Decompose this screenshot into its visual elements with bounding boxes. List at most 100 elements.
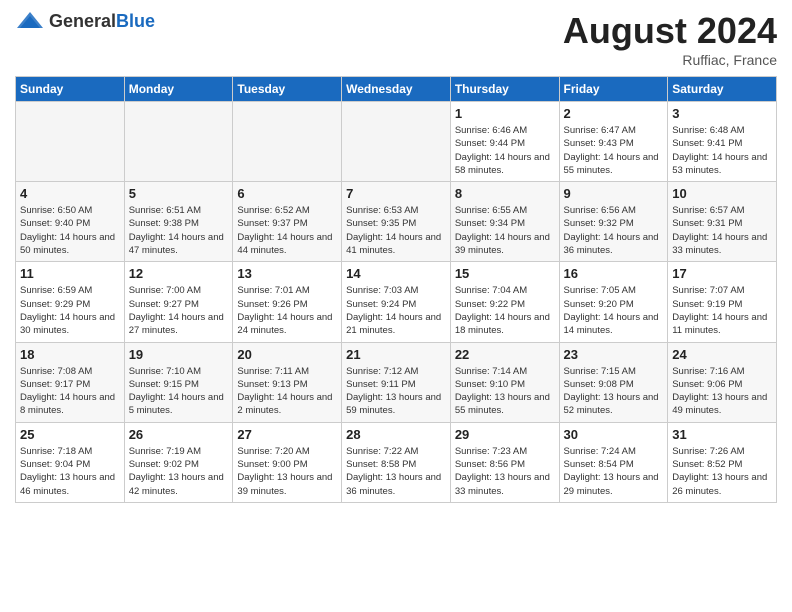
calendar-cell: 18Sunrise: 7:08 AMSunset: 9:17 PMDayligh…: [16, 342, 125, 422]
day-info: Sunrise: 7:00 AMSunset: 9:27 PMDaylight:…: [129, 284, 229, 337]
day-header-wednesday: Wednesday: [342, 77, 451, 102]
day-number: 21: [346, 347, 446, 362]
day-header-saturday: Saturday: [668, 77, 777, 102]
calendar-cell: 12 Sunrise: 7:00 AMSunset: 9:27 PMDayligh…: [124, 262, 233, 342]
day-info: Sunrise: 7:03 AMSunset: 9:24 PMDaylight:…: [346, 284, 446, 337]
day-info: Sunrise: 6:59 AMSunset: 9:29 PMDaylight:…: [20, 284, 120, 337]
location: Ruffiac, France: [563, 52, 777, 68]
day-info: Sunrise: 6:53 AMSunset: 9:35 PMDaylight:…: [346, 204, 446, 257]
page-header: GeneralBlue August 2024 Ruffiac, France: [15, 10, 777, 68]
calendar-cell: 7 Sunrise: 6:53 AMSunset: 9:35 PMDaylight…: [342, 182, 451, 262]
calendar-cell: 16 Sunrise: 7:05 AMSunset: 9:20 PMDayligh…: [559, 262, 668, 342]
day-info: Sunrise: 7:16 AMSunset: 9:06 PMDaylight:…: [672, 365, 772, 418]
day-number: 1: [455, 106, 555, 121]
day-info: Sunrise: 7:05 AMSunset: 9:20 PMDaylight:…: [564, 284, 664, 337]
day-info: Sunrise: 7:15 AMSunset: 9:08 PMDaylight:…: [564, 365, 664, 418]
calendar-cell: 1Sunrise: 6:46 AMSunset: 9:44 PMDaylight…: [450, 102, 559, 182]
day-number: 5: [129, 186, 229, 201]
day-number: 31: [672, 427, 772, 442]
day-info: Sunrise: 6:57 AMSunset: 9:31 PMDaylight:…: [672, 204, 772, 257]
day-header-thursday: Thursday: [450, 77, 559, 102]
week-row-4: 18Sunrise: 7:08 AMSunset: 9:17 PMDayligh…: [16, 342, 777, 422]
day-info: Sunrise: 6:52 AMSunset: 9:37 PMDaylight:…: [237, 204, 337, 257]
day-info: Sunrise: 7:01 AMSunset: 9:26 PMDaylight:…: [237, 284, 337, 337]
calendar-cell: 27 Sunrise: 7:20 AMSunset: 9:00 PMDayligh…: [233, 422, 342, 502]
day-number: 7: [346, 186, 446, 201]
calendar-cell: 4Sunrise: 6:50 AMSunset: 9:40 PMDaylight…: [16, 182, 125, 262]
day-number: 23: [564, 347, 664, 362]
logo-icon: [15, 10, 45, 32]
calendar-cell: 25 Sunrise: 7:18 AMSunset: 9:04 PMDayligh…: [16, 422, 125, 502]
day-info: Sunrise: 7:20 AMSunset: 9:00 PMDaylight:…: [237, 445, 337, 498]
calendar-cell: 22 Sunrise: 7:14 AMSunset: 9:10 PMDayligh…: [450, 342, 559, 422]
day-number: 26: [129, 427, 229, 442]
day-number: 18: [20, 347, 120, 362]
calendar-cell: 28Sunrise: 7:22 AMSunset: 8:58 PMDayligh…: [342, 422, 451, 502]
day-info: Sunrise: 7:14 AMSunset: 9:10 PMDaylight:…: [455, 365, 555, 418]
day-info: Sunrise: 7:18 AMSunset: 9:04 PMDaylight:…: [20, 445, 120, 498]
calendar-cell: 10 Sunrise: 6:57 AMSunset: 9:31 PMDayligh…: [668, 182, 777, 262]
calendar-cell: [233, 102, 342, 182]
calendar-cell: 17Sunrise: 7:07 AMSunset: 9:19 PMDayligh…: [668, 262, 777, 342]
day-info: Sunrise: 7:11 AMSunset: 9:13 PMDaylight:…: [237, 365, 337, 418]
calendar-cell: 23 Sunrise: 7:15 AMSunset: 9:08 PMDayligh…: [559, 342, 668, 422]
day-number: 14: [346, 266, 446, 281]
day-header-monday: Monday: [124, 77, 233, 102]
week-row-1: 1Sunrise: 6:46 AMSunset: 9:44 PMDaylight…: [16, 102, 777, 182]
calendar-cell: 14 Sunrise: 7:03 AMSunset: 9:24 PMDayligh…: [342, 262, 451, 342]
day-number: 10: [672, 186, 772, 201]
calendar-table: SundayMondayTuesdayWednesdayThursdayFrid…: [15, 76, 777, 503]
calendar-cell: [124, 102, 233, 182]
day-info: Sunrise: 7:04 AMSunset: 9:22 PMDaylight:…: [455, 284, 555, 337]
calendar-cell: 15 Sunrise: 7:04 AMSunset: 9:22 PMDayligh…: [450, 262, 559, 342]
day-number: 11: [20, 266, 120, 281]
day-number: 15: [455, 266, 555, 281]
week-row-3: 11 Sunrise: 6:59 AMSunset: 9:29 PMDayligh…: [16, 262, 777, 342]
day-info: Sunrise: 6:56 AMSunset: 9:32 PMDaylight:…: [564, 204, 664, 257]
month-year: August 2024: [563, 10, 777, 52]
day-number: 30: [564, 427, 664, 442]
calendar-cell: [16, 102, 125, 182]
week-row-2: 4Sunrise: 6:50 AMSunset: 9:40 PMDaylight…: [16, 182, 777, 262]
header-row: SundayMondayTuesdayWednesdayThursdayFrid…: [16, 77, 777, 102]
calendar-cell: [342, 102, 451, 182]
calendar-cell: 8 Sunrise: 6:55 AMSunset: 9:34 PMDaylight…: [450, 182, 559, 262]
calendar-cell: 21Sunrise: 7:12 AMSunset: 9:11 PMDayligh…: [342, 342, 451, 422]
logo-blue: Blue: [116, 11, 155, 31]
calendar-cell: 30Sunrise: 7:24 AMSunset: 8:54 PMDayligh…: [559, 422, 668, 502]
calendar-cell: 20 Sunrise: 7:11 AMSunset: 9:13 PMDayligh…: [233, 342, 342, 422]
day-number: 20: [237, 347, 337, 362]
day-info: Sunrise: 7:10 AMSunset: 9:15 PMDaylight:…: [129, 365, 229, 418]
calendar-cell: 31 Sunrise: 7:26 AMSunset: 8:52 PMDayligh…: [668, 422, 777, 502]
day-info: Sunrise: 7:26 AMSunset: 8:52 PMDaylight:…: [672, 445, 772, 498]
logo: GeneralBlue: [15, 10, 155, 32]
day-info: Sunrise: 6:51 AMSunset: 9:38 PMDaylight:…: [129, 204, 229, 257]
day-number: 25: [20, 427, 120, 442]
day-info: Sunrise: 6:50 AMSunset: 9:40 PMDaylight:…: [20, 204, 120, 257]
day-number: 8: [455, 186, 555, 201]
day-number: 13: [237, 266, 337, 281]
day-info: Sunrise: 6:55 AMSunset: 9:34 PMDaylight:…: [455, 204, 555, 257]
day-number: 16: [564, 266, 664, 281]
day-number: 6: [237, 186, 337, 201]
day-number: 12: [129, 266, 229, 281]
day-header-tuesday: Tuesday: [233, 77, 342, 102]
day-info: Sunrise: 7:19 AMSunset: 9:02 PMDaylight:…: [129, 445, 229, 498]
day-number: 27: [237, 427, 337, 442]
calendar-cell: 26 Sunrise: 7:19 AMSunset: 9:02 PMDayligh…: [124, 422, 233, 502]
week-row-5: 25 Sunrise: 7:18 AMSunset: 9:04 PMDayligh…: [16, 422, 777, 502]
calendar-cell: 13 Sunrise: 7:01 AMSunset: 9:26 PMDayligh…: [233, 262, 342, 342]
day-number: 3: [672, 106, 772, 121]
day-info: Sunrise: 7:22 AMSunset: 8:58 PMDaylight:…: [346, 445, 446, 498]
day-header-friday: Friday: [559, 77, 668, 102]
day-number: 22: [455, 347, 555, 362]
calendar-cell: 19 Sunrise: 7:10 AMSunset: 9:15 PMDayligh…: [124, 342, 233, 422]
calendar-cell: 5 Sunrise: 6:51 AMSunset: 9:38 PMDaylight…: [124, 182, 233, 262]
day-header-sunday: Sunday: [16, 77, 125, 102]
day-number: 19: [129, 347, 229, 362]
day-info: Sunrise: 6:48 AMSunset: 9:41 PMDaylight:…: [672, 124, 772, 177]
calendar-cell: 6 Sunrise: 6:52 AMSunset: 9:37 PMDaylight…: [233, 182, 342, 262]
calendar-cell: 24 Sunrise: 7:16 AMSunset: 9:06 PMDayligh…: [668, 342, 777, 422]
day-number: 2: [564, 106, 664, 121]
day-number: 24: [672, 347, 772, 362]
